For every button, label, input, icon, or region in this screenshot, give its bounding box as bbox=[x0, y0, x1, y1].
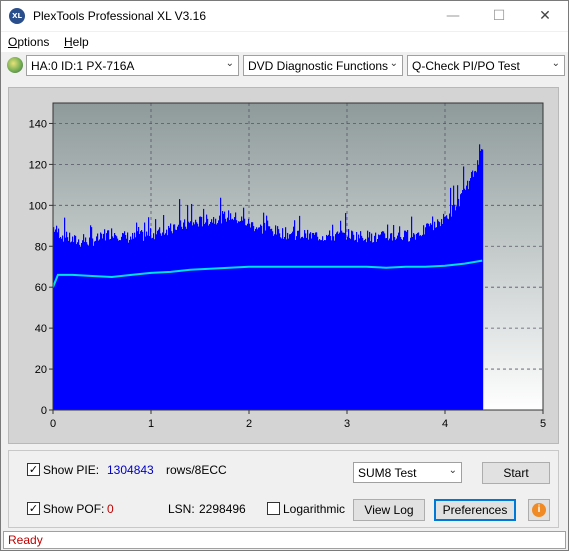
test-select-value: Q-Check PI/PO Test bbox=[412, 59, 520, 73]
show-pof-label: Show POF: bbox=[43, 502, 105, 516]
lsn-label: LSN: bbox=[168, 502, 195, 516]
show-pof-checkbox[interactable]: ✓ bbox=[27, 502, 40, 515]
info-button[interactable]: i bbox=[528, 499, 550, 521]
y-tick-label: 40 bbox=[35, 323, 47, 335]
title-bar[interactable]: XL PlexTools Professional XL V3.16 — ☐ ✕ bbox=[1, 1, 568, 31]
drive-select-value: HA:0 ID:1 PX-716A bbox=[31, 59, 135, 73]
x-tick-label: 0 bbox=[50, 418, 56, 430]
logarithmic-checkbox[interactable] bbox=[267, 502, 280, 515]
app-logo-icon: XL bbox=[9, 8, 25, 24]
menu-help-mnemonic: H bbox=[64, 35, 73, 49]
test-select[interactable]: Q-Check PI/PO Test ⌄ bbox=[407, 55, 565, 76]
x-tick-label: 2 bbox=[246, 418, 252, 430]
status-bar: Ready bbox=[3, 531, 566, 549]
sum-test-select[interactable]: SUM8 Test ⌄ bbox=[353, 462, 462, 483]
rows-label: rows/8ECC bbox=[166, 463, 227, 477]
sum-test-value: SUM8 Test bbox=[358, 466, 417, 480]
x-tick-label: 1 bbox=[148, 418, 154, 430]
chevron-down-icon: ⌄ bbox=[389, 58, 398, 69]
x-tick-label: 5 bbox=[540, 418, 546, 430]
y-tick-label: 60 bbox=[35, 282, 47, 294]
chart-panel: 0 20 40 60 80 100 120 140 0 1 2 3 4 5 bbox=[8, 87, 559, 444]
menu-help[interactable]: Help bbox=[64, 35, 89, 49]
menu-help-label: elp bbox=[72, 35, 89, 49]
y-tick-label: 140 bbox=[29, 118, 47, 130]
menu-bar: Options Help bbox=[1, 32, 568, 52]
close-button[interactable]: ✕ bbox=[522, 1, 568, 31]
chevron-down-icon: ⌄ bbox=[225, 58, 234, 69]
y-tick-label: 20 bbox=[35, 364, 47, 376]
y-tick-label: 80 bbox=[35, 241, 47, 253]
x-tick-label: 4 bbox=[442, 418, 448, 430]
app-window: XL PlexTools Professional XL V3.16 — ☐ ✕… bbox=[0, 0, 569, 551]
pof-value: 0 bbox=[107, 502, 114, 516]
y-tick-label: 120 bbox=[29, 159, 47, 171]
logarithmic-label: Logarithmic bbox=[283, 502, 346, 516]
maximize-button[interactable]: ☐ bbox=[476, 1, 522, 31]
view-log-button[interactable]: View Log bbox=[353, 499, 425, 521]
menu-options-mnemonic: O bbox=[8, 35, 18, 49]
lsn-value: 2298496 bbox=[199, 502, 246, 516]
show-pie-label: Show PIE: bbox=[43, 463, 100, 477]
pie-value: 1304843 bbox=[107, 463, 154, 477]
menu-options-label: ptions bbox=[17, 35, 50, 49]
chevron-down-icon: ⌄ bbox=[551, 58, 560, 69]
x-tick-label: 3 bbox=[344, 418, 350, 430]
pie-bar bbox=[482, 149, 484, 410]
function-select-value: DVD Diagnostic Functions bbox=[248, 59, 389, 73]
chevron-down-icon: ⌄ bbox=[448, 465, 457, 476]
start-button[interactable]: Start bbox=[482, 462, 550, 484]
y-tick-label: 0 bbox=[41, 405, 47, 417]
drive-disc-icon bbox=[7, 57, 23, 73]
preferences-button[interactable]: Preferences bbox=[434, 499, 516, 521]
drive-select[interactable]: HA:0 ID:1 PX-716A ⌄ bbox=[26, 55, 239, 76]
window-title: PlexTools Professional XL V3.16 bbox=[33, 9, 206, 23]
minimize-button[interactable]: — bbox=[430, 1, 476, 31]
show-pie-checkbox[interactable]: ✓ bbox=[27, 463, 40, 476]
function-select[interactable]: DVD Diagnostic Functions ⌄ bbox=[243, 55, 403, 76]
menu-options[interactable]: Options bbox=[8, 35, 49, 49]
pi-po-chart: 0 20 40 60 80 100 120 140 0 1 2 3 4 5 bbox=[29, 102, 546, 430]
status-text: Ready bbox=[8, 533, 43, 547]
info-icon: i bbox=[532, 503, 546, 517]
y-tick-label: 100 bbox=[29, 200, 47, 212]
